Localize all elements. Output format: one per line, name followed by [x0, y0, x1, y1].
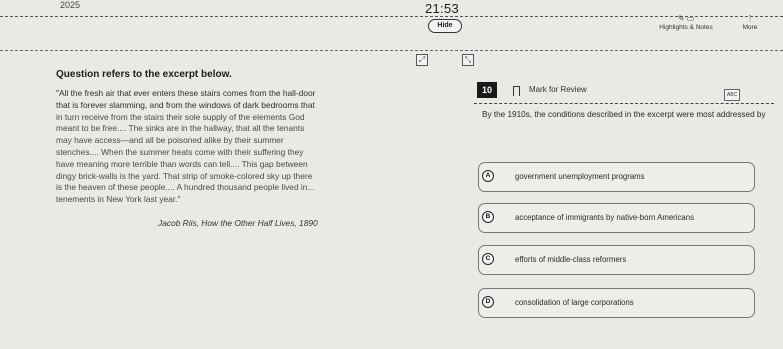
- header-divider: [0, 50, 783, 51]
- choice-text: consolidation of large corporations: [515, 298, 634, 307]
- excerpt-line: tenements in New York last year.": [56, 194, 181, 205]
- answer-choice-b[interactable]: B acceptance of immigrants by native-bor…: [478, 203, 755, 233]
- mark-for-review[interactable]: Mark for Review: [529, 85, 587, 94]
- choice-text: government unemployment programs: [515, 172, 645, 181]
- question-divider: [474, 103, 774, 104]
- expand-question-icon[interactable]: ⤡: [462, 54, 474, 66]
- notes-icon: ▭: [686, 14, 695, 23]
- choice-letter: C: [482, 253, 494, 265]
- question-number: 10: [477, 82, 497, 98]
- choice-letter: A: [482, 170, 494, 182]
- choice-letter: D: [482, 296, 494, 308]
- question-heading: Question refers to the excerpt below.: [56, 69, 232, 80]
- excerpt-line: dingy brick-walls is the yard. That stri…: [56, 170, 313, 181]
- year-fragment: 2025: [60, 0, 81, 10]
- choice-text: efforts of middle-class reformers: [515, 255, 627, 264]
- answer-choice-d[interactable]: D consolidation of large corporations: [478, 288, 755, 318]
- strikethrough-toggle[interactable]: ABC: [724, 89, 740, 101]
- more-button[interactable]: ⋮ More: [735, 14, 765, 31]
- highlighter-icon: ✎: [677, 14, 685, 23]
- excerpt-line: is the heaven of these people.... A hund…: [56, 182, 315, 193]
- excerpt-line: "All the fresh air that ever enters thes…: [56, 88, 316, 98]
- excerpt-line: in turn receive from the stairs their so…: [56, 111, 305, 122]
- excerpt-line: stenches.... When the summer heats come …: [56, 146, 304, 157]
- timer: 21:53: [425, 1, 460, 16]
- more-vertical-icon: ⋮: [746, 14, 754, 23]
- citation: Jacob Riis, How the Other Half Lives, 18…: [158, 217, 318, 228]
- bookmark-icon[interactable]: [513, 86, 520, 96]
- expand-passage-icon[interactable]: ⤢: [416, 54, 428, 66]
- answer-choice-c[interactable]: C efforts of middle-class reformers: [478, 245, 755, 275]
- answer-choice-a[interactable]: A government unemployment programs: [478, 162, 755, 192]
- test-screen: 2025 21:53 Hide ✎ ▭ Highlights & Notes ⋮…: [0, 0, 783, 349]
- highlights-notes-button[interactable]: ✎ ▭ Highlights & Notes: [652, 14, 720, 31]
- excerpt: "All the fresh air that ever enters thes…: [56, 88, 426, 206]
- more-label: More: [742, 24, 758, 31]
- excerpt-line: meant to be free.... The sinks are in th…: [56, 123, 305, 134]
- excerpt-line: that is forever slamming, and from the w…: [56, 99, 315, 110]
- choice-letter: B: [482, 211, 494, 223]
- excerpt-line: have meaning more terrible than words ca…: [56, 158, 308, 169]
- question-stem: By the 1910s, the conditions described i…: [482, 110, 766, 119]
- passage-panel: Question refers to the excerpt below. "A…: [56, 69, 426, 228]
- hide-timer-button[interactable]: Hide: [428, 19, 462, 33]
- choice-text: acceptance of immigrants by native-born …: [515, 213, 694, 222]
- highlights-notes-label: Highlights & Notes: [659, 24, 713, 31]
- excerpt-line: may have access—and all be poisoned alik…: [56, 135, 284, 146]
